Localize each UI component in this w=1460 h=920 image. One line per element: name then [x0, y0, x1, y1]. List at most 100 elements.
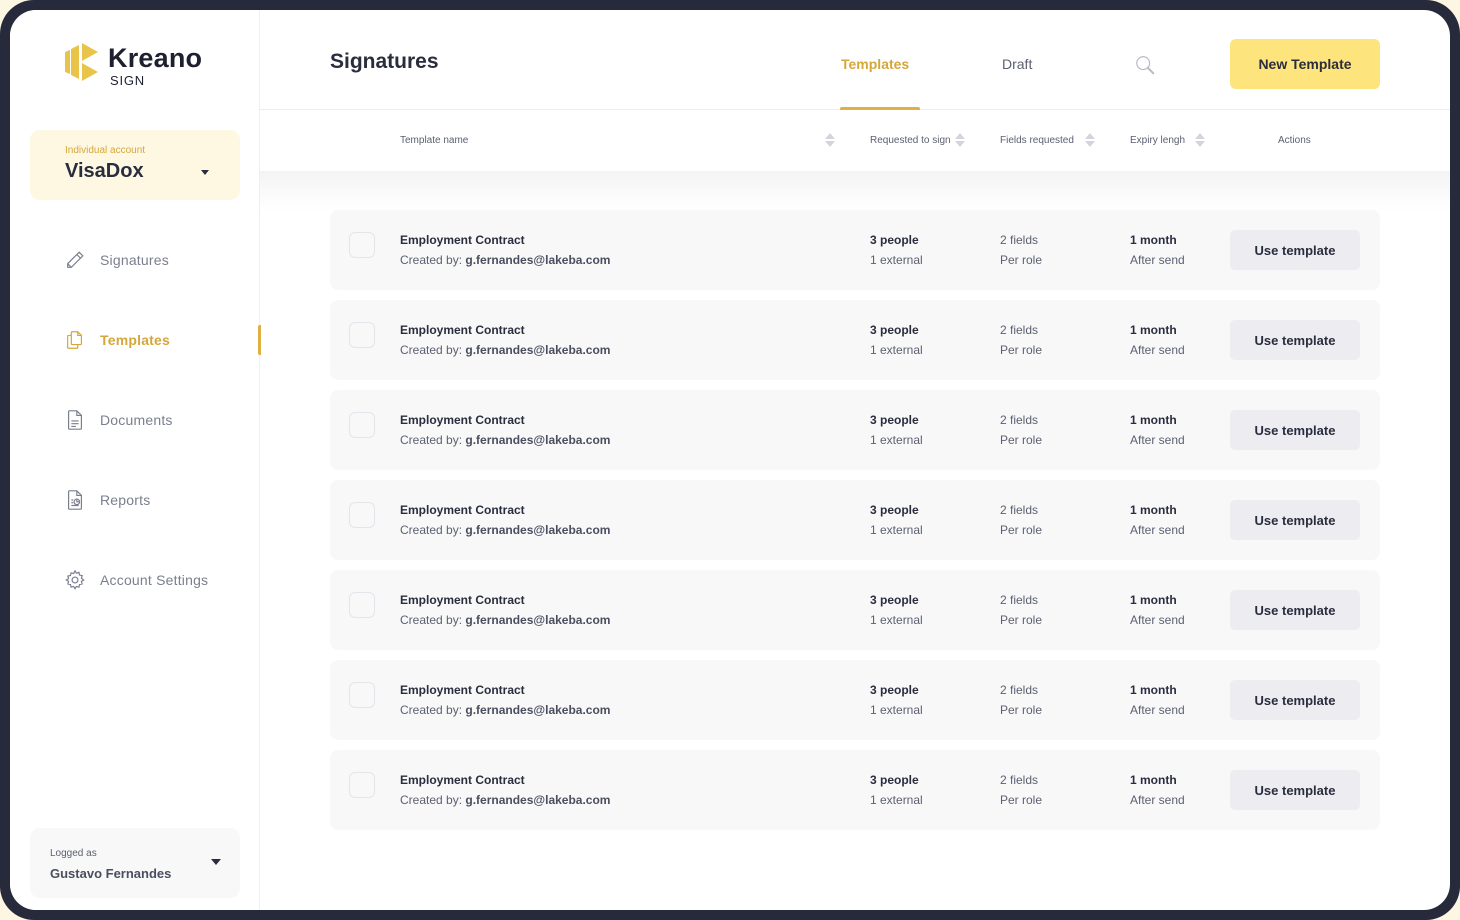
document-icon — [67, 410, 83, 430]
fields-count: 2 fields — [1000, 593, 1039, 607]
sort-icon[interactable] — [1195, 133, 1205, 147]
row-checkbox[interactable] — [349, 232, 375, 258]
template-name[interactable]: Employment Contract — [400, 323, 525, 337]
use-template-button[interactable]: Use template — [1230, 230, 1360, 270]
gear-icon — [65, 569, 85, 590]
templates-icon — [67, 331, 83, 349]
expiry-length: 1 month — [1130, 593, 1177, 607]
template-name[interactable]: Employment Contract — [400, 503, 525, 517]
template-name[interactable]: Employment Contract — [400, 413, 525, 427]
use-template-button[interactable]: Use template — [1230, 320, 1360, 360]
template-name[interactable]: Employment Contract — [400, 233, 525, 247]
fields-scope: Per role — [1000, 253, 1043, 267]
created-by-label: Created by: — [400, 523, 463, 537]
tab-draft[interactable]: Draft — [1002, 56, 1032, 72]
fields-scope: Per role — [1000, 703, 1043, 717]
column-header-expiry-length[interactable]: Expiry lengh — [1130, 135, 1185, 146]
created-by: Created by: g.fernandes@lakeba.com — [400, 523, 610, 537]
external-count: 1 external — [870, 703, 923, 717]
external-count: 1 external — [870, 523, 923, 537]
people-count: 3 people — [870, 413, 919, 427]
brand-sub: SIGN — [110, 73, 145, 88]
row-checkbox[interactable] — [349, 322, 375, 348]
row-checkbox[interactable] — [349, 682, 375, 708]
external-count: 1 external — [870, 343, 923, 357]
row-checkbox[interactable] — [349, 502, 375, 528]
expiry-trigger: After send — [1130, 433, 1185, 447]
created-by-email: g.fernandes@lakeba.com — [465, 433, 611, 447]
expiry-trigger: After send — [1130, 793, 1185, 807]
use-template-button[interactable]: Use template — [1230, 770, 1360, 810]
fields-count: 2 fields — [1000, 323, 1039, 337]
expiry-length: 1 month — [1130, 233, 1177, 247]
fields-scope: Per role — [1000, 523, 1043, 537]
fields-scope: Per role — [1000, 793, 1043, 807]
search-icon[interactable] — [1134, 54, 1156, 76]
user-menu[interactable]: Logged as Gustavo Fernandes — [30, 828, 240, 898]
tab-templates[interactable]: Templates — [841, 56, 909, 72]
sidebar-item-label: Reports — [100, 492, 151, 508]
logo: Kreano SIGN — [62, 40, 202, 88]
table-row: Employment Contract Created by: g.fernan… — [330, 300, 1380, 380]
people-count: 3 people — [870, 323, 919, 337]
template-name[interactable]: Employment Contract — [400, 773, 525, 787]
use-template-button[interactable]: Use template — [1230, 410, 1360, 450]
account-name: VisaDox — [65, 160, 144, 182]
created-by-email: g.fernandes@lakeba.com — [465, 253, 611, 267]
sidebar-item-label: Templates — [100, 332, 171, 348]
column-header-template-name[interactable]: Template name — [400, 135, 468, 146]
created-by: Created by: g.fernandes@lakeba.com — [400, 433, 610, 447]
sidebar-item-documents[interactable]: Documents — [10, 380, 260, 460]
app-screen: Kreano SIGN Individual account VisaDox S… — [10, 10, 1450, 910]
caret-down-icon — [211, 859, 221, 865]
fields-scope: Per role — [1000, 433, 1043, 447]
people-count: 3 people — [870, 233, 919, 247]
column-header-requested-to-sign[interactable]: Requested to sign — [870, 135, 951, 146]
created-by-label: Created by: — [400, 703, 463, 717]
device-frame: Kreano SIGN Individual account VisaDox S… — [0, 0, 1460, 920]
created-by-label: Created by: — [400, 253, 463, 267]
fields-count: 2 fields — [1000, 683, 1039, 697]
created-by: Created by: g.fernandes@lakeba.com — [400, 703, 610, 717]
created-by-label: Created by: — [400, 343, 463, 357]
account-switcher[interactable]: Individual account VisaDox — [30, 130, 240, 200]
created-by-label: Created by: — [400, 613, 463, 627]
row-checkbox[interactable] — [349, 772, 375, 798]
table-row: Employment Contract Created by: g.fernan… — [330, 480, 1380, 560]
sort-icon[interactable] — [1085, 133, 1095, 147]
expiry-trigger: After send — [1130, 613, 1185, 627]
template-name[interactable]: Employment Contract — [400, 683, 525, 697]
sort-icon[interactable] — [825, 133, 835, 147]
sort-icon[interactable] — [955, 133, 965, 147]
use-template-button[interactable]: Use template — [1230, 500, 1360, 540]
expiry-length: 1 month — [1130, 683, 1177, 697]
expiry-trigger: After send — [1130, 703, 1185, 717]
page-title: Signatures — [330, 50, 439, 73]
sidebar-item-reports[interactable]: Reports — [10, 460, 260, 540]
pencil-icon — [67, 251, 84, 268]
template-name[interactable]: Employment Contract — [400, 593, 525, 607]
use-template-button[interactable]: Use template — [1230, 590, 1360, 630]
created-by-label: Created by: — [400, 433, 463, 447]
page-header: Signatures Templates Draft New Template — [260, 10, 1450, 110]
column-header-fields-requested[interactable]: Fields requested — [1000, 135, 1074, 146]
row-checkbox[interactable] — [349, 412, 375, 438]
row-checkbox[interactable] — [349, 592, 375, 618]
created-by-email: g.fernandes@lakeba.com — [465, 343, 611, 357]
created-by: Created by: g.fernandes@lakeba.com — [400, 793, 610, 807]
fields-count: 2 fields — [1000, 773, 1039, 787]
created-by-email: g.fernandes@lakeba.com — [465, 793, 611, 807]
use-template-button[interactable]: Use template — [1230, 680, 1360, 720]
sidebar-item-label: Documents — [100, 412, 173, 428]
sidebar-item-signatures[interactable]: Signatures — [10, 220, 260, 300]
active-tab-underline — [840, 107, 920, 110]
new-template-button[interactable]: New Template — [1230, 39, 1380, 89]
sidebar-item-templates[interactable]: Templates — [10, 300, 261, 380]
sidebar-item-account-settings[interactable]: Account Settings — [10, 540, 260, 620]
created-by-email: g.fernandes@lakeba.com — [465, 703, 611, 717]
table-row: Employment Contract Created by: g.fernan… — [330, 750, 1380, 830]
active-indicator — [258, 325, 261, 355]
external-count: 1 external — [870, 613, 923, 627]
fields-count: 2 fields — [1000, 413, 1039, 427]
external-count: 1 external — [870, 433, 923, 447]
